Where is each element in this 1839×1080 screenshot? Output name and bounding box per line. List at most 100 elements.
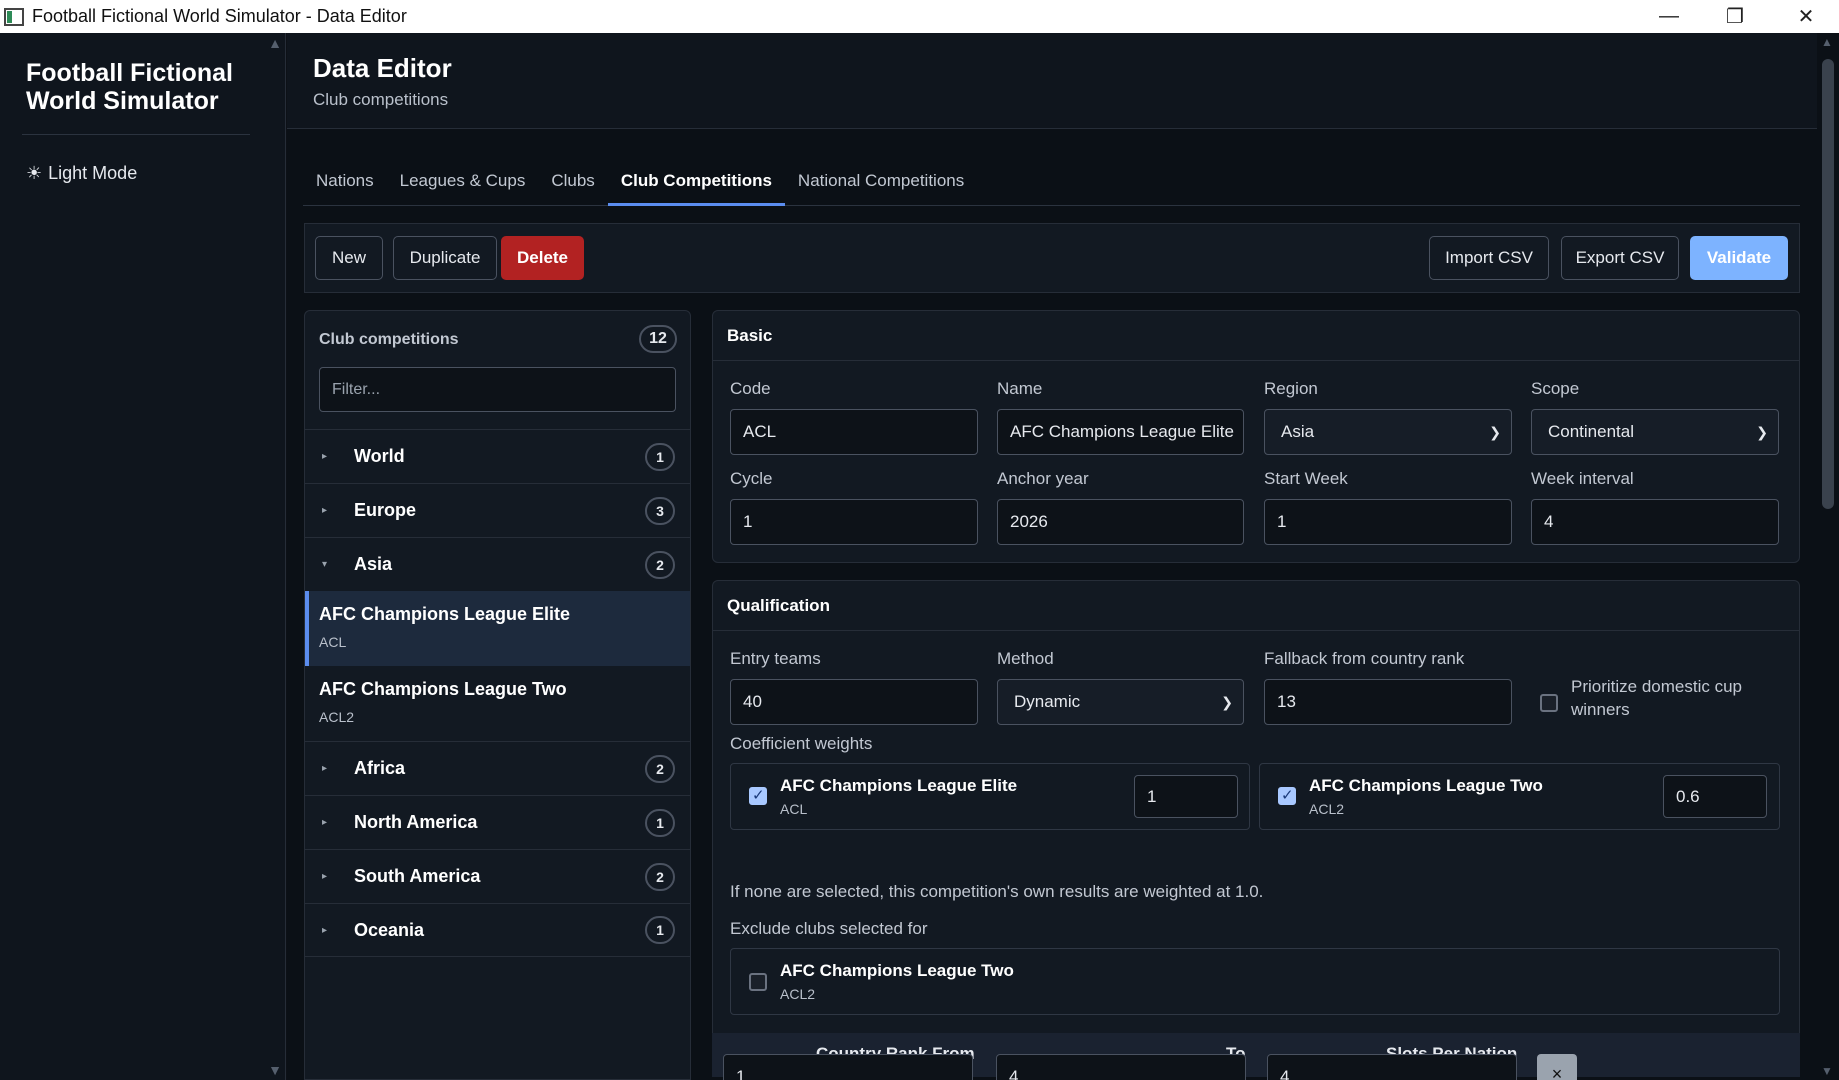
fallback-field[interactable]: 13 bbox=[1264, 679, 1512, 725]
region-select[interactable]: Asia ❯ bbox=[1264, 409, 1512, 455]
group-south-america[interactable]: ▸ South America 2 bbox=[305, 849, 690, 903]
tab-leagues-cups[interactable]: Leagues & Cups bbox=[387, 163, 539, 206]
sidebar-scroll-down-icon[interactable]: ▼ bbox=[266, 1062, 284, 1078]
card-divider bbox=[713, 630, 1799, 631]
region-value: Asia bbox=[1281, 422, 1315, 441]
cycle-field[interactable]: 1 bbox=[730, 499, 978, 545]
qualification-title: Qualification bbox=[727, 596, 830, 615]
chevron-down-icon: ❯ bbox=[1489, 424, 1501, 440]
list-item-acl[interactable]: AFC Champions League Elite ACL bbox=[305, 591, 690, 666]
group-count: 1 bbox=[645, 442, 675, 471]
rank-from-field[interactable]: 1 bbox=[723, 1054, 973, 1080]
group-count: 1 bbox=[645, 808, 675, 837]
group-europe[interactable]: ▸ Europe 3 bbox=[305, 483, 690, 537]
qualification-card: Qualification Entry teams 40 Method Dyna… bbox=[712, 580, 1800, 1050]
start-week-field[interactable]: 1 bbox=[1264, 499, 1512, 545]
slots-per-nation-field[interactable]: 4 bbox=[1267, 1054, 1517, 1080]
group-count: 2 bbox=[645, 754, 675, 783]
group-world[interactable]: ▸ World 1 bbox=[305, 429, 690, 483]
weight-acl-name: AFC Champions League Elite bbox=[780, 776, 1018, 795]
export-csv-button[interactable]: Export CSV bbox=[1561, 236, 1679, 280]
code-field[interactable]: ACL bbox=[730, 409, 978, 455]
caret-down-icon: ▾ bbox=[322, 559, 328, 570]
page-title: Data Editor bbox=[313, 53, 452, 83]
close-icon[interactable]: ✕ bbox=[1773, 0, 1839, 33]
group-north-america[interactable]: ▸ North America 1 bbox=[305, 795, 690, 849]
restore-icon[interactable]: ❐ bbox=[1702, 0, 1768, 33]
rank-to-field[interactable]: 4 bbox=[996, 1054, 1246, 1080]
main-content: Data Editor Club competitions Nations Le… bbox=[287, 33, 1817, 1080]
light-mode-toggle[interactable]: ☀ Light Mode bbox=[26, 163, 137, 184]
validate-button[interactable]: Validate bbox=[1690, 236, 1788, 280]
cycle-label: Cycle bbox=[730, 469, 773, 488]
main-scrollbar[interactable]: ▲ ▼ bbox=[1817, 33, 1839, 1080]
week-interval-field[interactable]: 4 bbox=[1531, 499, 1779, 545]
exclude-acl2-name: AFC Champions League Two bbox=[780, 961, 1014, 980]
entry-teams-label: Entry teams bbox=[730, 649, 821, 668]
entry-teams-field[interactable]: 40 bbox=[730, 679, 978, 725]
caret-right-icon: ▸ bbox=[322, 451, 328, 462]
duplicate-button[interactable]: Duplicate bbox=[393, 236, 497, 280]
weight-row-acl: AFC Champions League Elite ACL 1 bbox=[730, 763, 1250, 830]
code-label: Code bbox=[730, 379, 771, 398]
group-name: South America bbox=[354, 866, 481, 886]
tab-nations[interactable]: Nations bbox=[303, 163, 387, 206]
list-item-acl2[interactable]: AFC Champions League Two ACL2 bbox=[305, 666, 690, 741]
group-count: 2 bbox=[645, 862, 675, 891]
filter-input[interactable] bbox=[319, 367, 676, 412]
page-subtitle: Club competitions bbox=[313, 90, 449, 109]
name-field[interactable]: AFC Champions League Elite bbox=[997, 409, 1244, 455]
region-label: Region bbox=[1264, 379, 1318, 398]
group-africa[interactable]: ▸ Africa 2 bbox=[305, 741, 690, 795]
window-title: Football Fictional World Simulator - Dat… bbox=[32, 6, 407, 26]
exclude-acl2-checkbox[interactable] bbox=[749, 973, 767, 991]
exclude-acl2-code: ACL2 bbox=[780, 986, 816, 1002]
weight-acl-value[interactable]: 1 bbox=[1134, 775, 1238, 818]
list-count-badge: 12 bbox=[639, 325, 677, 353]
scope-label: Scope bbox=[1531, 379, 1580, 398]
tab-bar: Nations Leagues & Cups Clubs Club Compet… bbox=[303, 163, 1800, 206]
weight-acl-checkbox[interactable] bbox=[749, 786, 767, 805]
weight-acl-code: ACL bbox=[780, 801, 808, 817]
method-label: Method bbox=[997, 649, 1054, 668]
group-oceania[interactable]: ▸ Oceania 1 bbox=[305, 903, 690, 957]
chevron-down-icon: ❯ bbox=[1221, 694, 1233, 710]
item-code: ACL2 bbox=[319, 709, 355, 725]
group-count: 1 bbox=[645, 916, 675, 944]
scrollbar-thumb[interactable] bbox=[1822, 59, 1834, 509]
tab-national-competitions[interactable]: National Competitions bbox=[785, 163, 977, 206]
fallback-label: Fallback from country rank bbox=[1264, 649, 1465, 668]
minimize-icon[interactable]: — bbox=[1636, 0, 1702, 33]
method-select[interactable]: Dynamic ❯ bbox=[997, 679, 1244, 725]
scroll-down-icon[interactable]: ▼ bbox=[1821, 1064, 1833, 1078]
weight-acl2-value[interactable]: 0.6 bbox=[1663, 775, 1767, 818]
list-heading: Club competitions bbox=[319, 331, 459, 348]
tab-clubs[interactable]: Clubs bbox=[538, 163, 607, 206]
scroll-up-icon[interactable]: ▲ bbox=[1821, 35, 1833, 49]
anchor-year-field[interactable]: 2026 bbox=[997, 499, 1244, 545]
import-csv-button[interactable]: Import CSV bbox=[1429, 236, 1549, 280]
toolbar: New Duplicate Delete Import CSV Export C… bbox=[304, 223, 1800, 293]
new-button[interactable]: New bbox=[315, 236, 383, 280]
group-asia[interactable]: ▾ Asia 2 bbox=[305, 537, 690, 591]
page-header: Data Editor Club competitions bbox=[287, 33, 1817, 129]
group-name: Europe bbox=[354, 500, 417, 520]
caret-right-icon: ▸ bbox=[322, 817, 328, 828]
coefficient-note: If none are selected, this competition's… bbox=[730, 882, 1264, 901]
item-name: AFC Champions League Elite bbox=[319, 604, 571, 624]
week-interval-label: Week interval bbox=[1531, 469, 1634, 488]
weight-acl2-checkbox[interactable] bbox=[1278, 786, 1296, 805]
tab-club-competitions[interactable]: Club Competitions bbox=[607, 163, 785, 206]
caret-right-icon: ▸ bbox=[322, 763, 328, 774]
window-titlebar: Football Fictional World Simulator - Dat… bbox=[0, 0, 1839, 33]
sidebar-scroll-up-icon[interactable]: ▲ bbox=[266, 35, 284, 51]
group-count: 3 bbox=[645, 496, 675, 525]
item-name: AFC Champions League Two bbox=[319, 679, 567, 699]
remove-row-button[interactable]: × bbox=[1537, 1054, 1577, 1080]
name-label: Name bbox=[997, 379, 1043, 398]
prioritize-cup-checkbox[interactable] bbox=[1540, 694, 1558, 712]
exclude-row-acl2: AFC Champions League Two ACL2 bbox=[730, 948, 1780, 1015]
delete-button[interactable]: Delete bbox=[501, 236, 584, 280]
scope-select[interactable]: Continental ❯ bbox=[1531, 409, 1779, 455]
light-mode-label: Light Mode bbox=[48, 163, 138, 183]
